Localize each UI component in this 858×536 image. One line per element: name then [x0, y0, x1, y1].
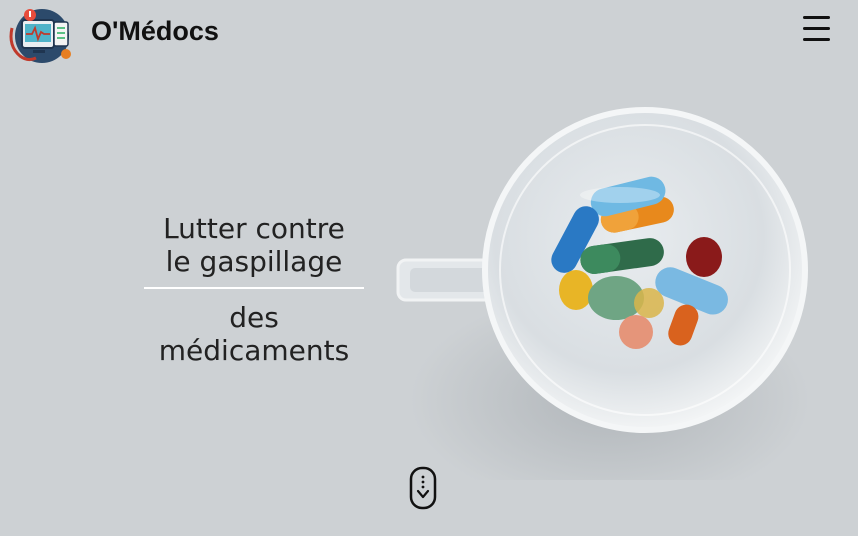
tagline-divider	[144, 287, 364, 289]
hamburger-icon-line-middle	[803, 27, 830, 30]
tagline-line-2: le gaspillage	[165, 245, 343, 278]
tagline-line-4: médicaments	[158, 334, 350, 367]
header: O'Médocs	[0, 0, 858, 70]
tagline-line-3: des	[229, 301, 279, 334]
brand-name[interactable]: O'Médocs	[91, 16, 219, 47]
mouse-scroll-down-icon[interactable]	[409, 466, 437, 510]
pills-cup-image	[396, 107, 810, 480]
menu-button[interactable]	[800, 14, 834, 44]
hero-tagline: Lutter contre le gaspillage des médicame…	[140, 212, 368, 367]
logo-icon[interactable]	[6, 6, 78, 64]
hamburger-icon-line-bottom	[803, 38, 830, 41]
hamburger-icon-line-top	[803, 16, 830, 19]
tagline-line-1: Lutter contre	[163, 212, 345, 245]
